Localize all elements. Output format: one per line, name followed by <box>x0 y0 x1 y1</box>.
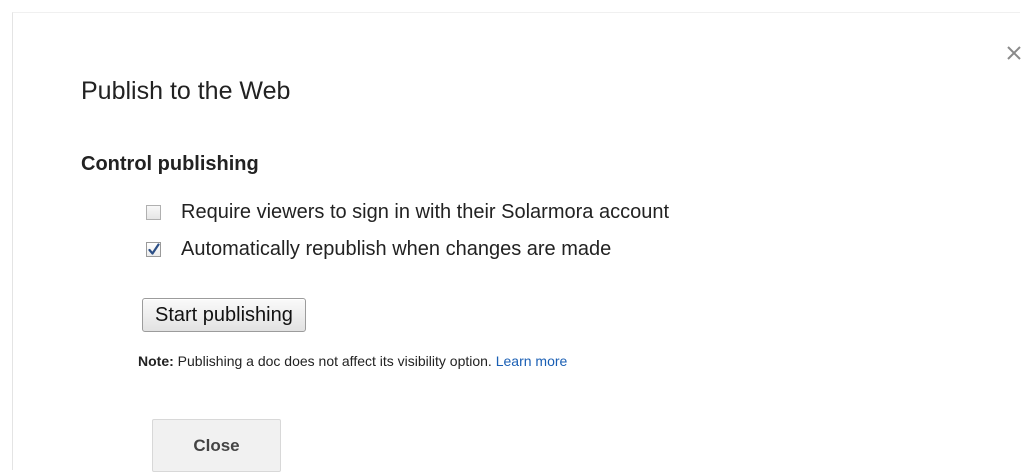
close-button[interactable]: Close <box>152 419 281 472</box>
auto-republish-label[interactable]: Automatically republish when changes are… <box>181 238 611 261</box>
close-x-icon[interactable] <box>1003 42 1025 64</box>
section-heading: Control publishing <box>81 153 259 175</box>
checkmark-icon <box>148 243 160 255</box>
start-publishing-button[interactable]: Start publishing <box>142 298 306 332</box>
dialog-title: Publish to the Web <box>81 77 291 105</box>
auto-republish-option[interactable]: Automatically republish when changes are… <box>146 238 611 261</box>
auto-republish-checkbox[interactable] <box>146 242 161 257</box>
require-sign-in-label[interactable]: Require viewers to sign in with their So… <box>181 201 669 224</box>
publish-dialog: Publish to the Web Control publishing Re… <box>12 12 1021 472</box>
note-text: Note: Publishing a doc does not affect i… <box>138 353 567 369</box>
note-body: Publishing a doc does not affect its vis… <box>173 353 496 369</box>
learn-more-link[interactable]: Learn more <box>496 353 568 369</box>
note-prefix: Note: <box>138 353 174 369</box>
require-sign-in-checkbox[interactable] <box>146 205 161 220</box>
require-sign-in-option[interactable]: Require viewers to sign in with their So… <box>146 201 669 224</box>
